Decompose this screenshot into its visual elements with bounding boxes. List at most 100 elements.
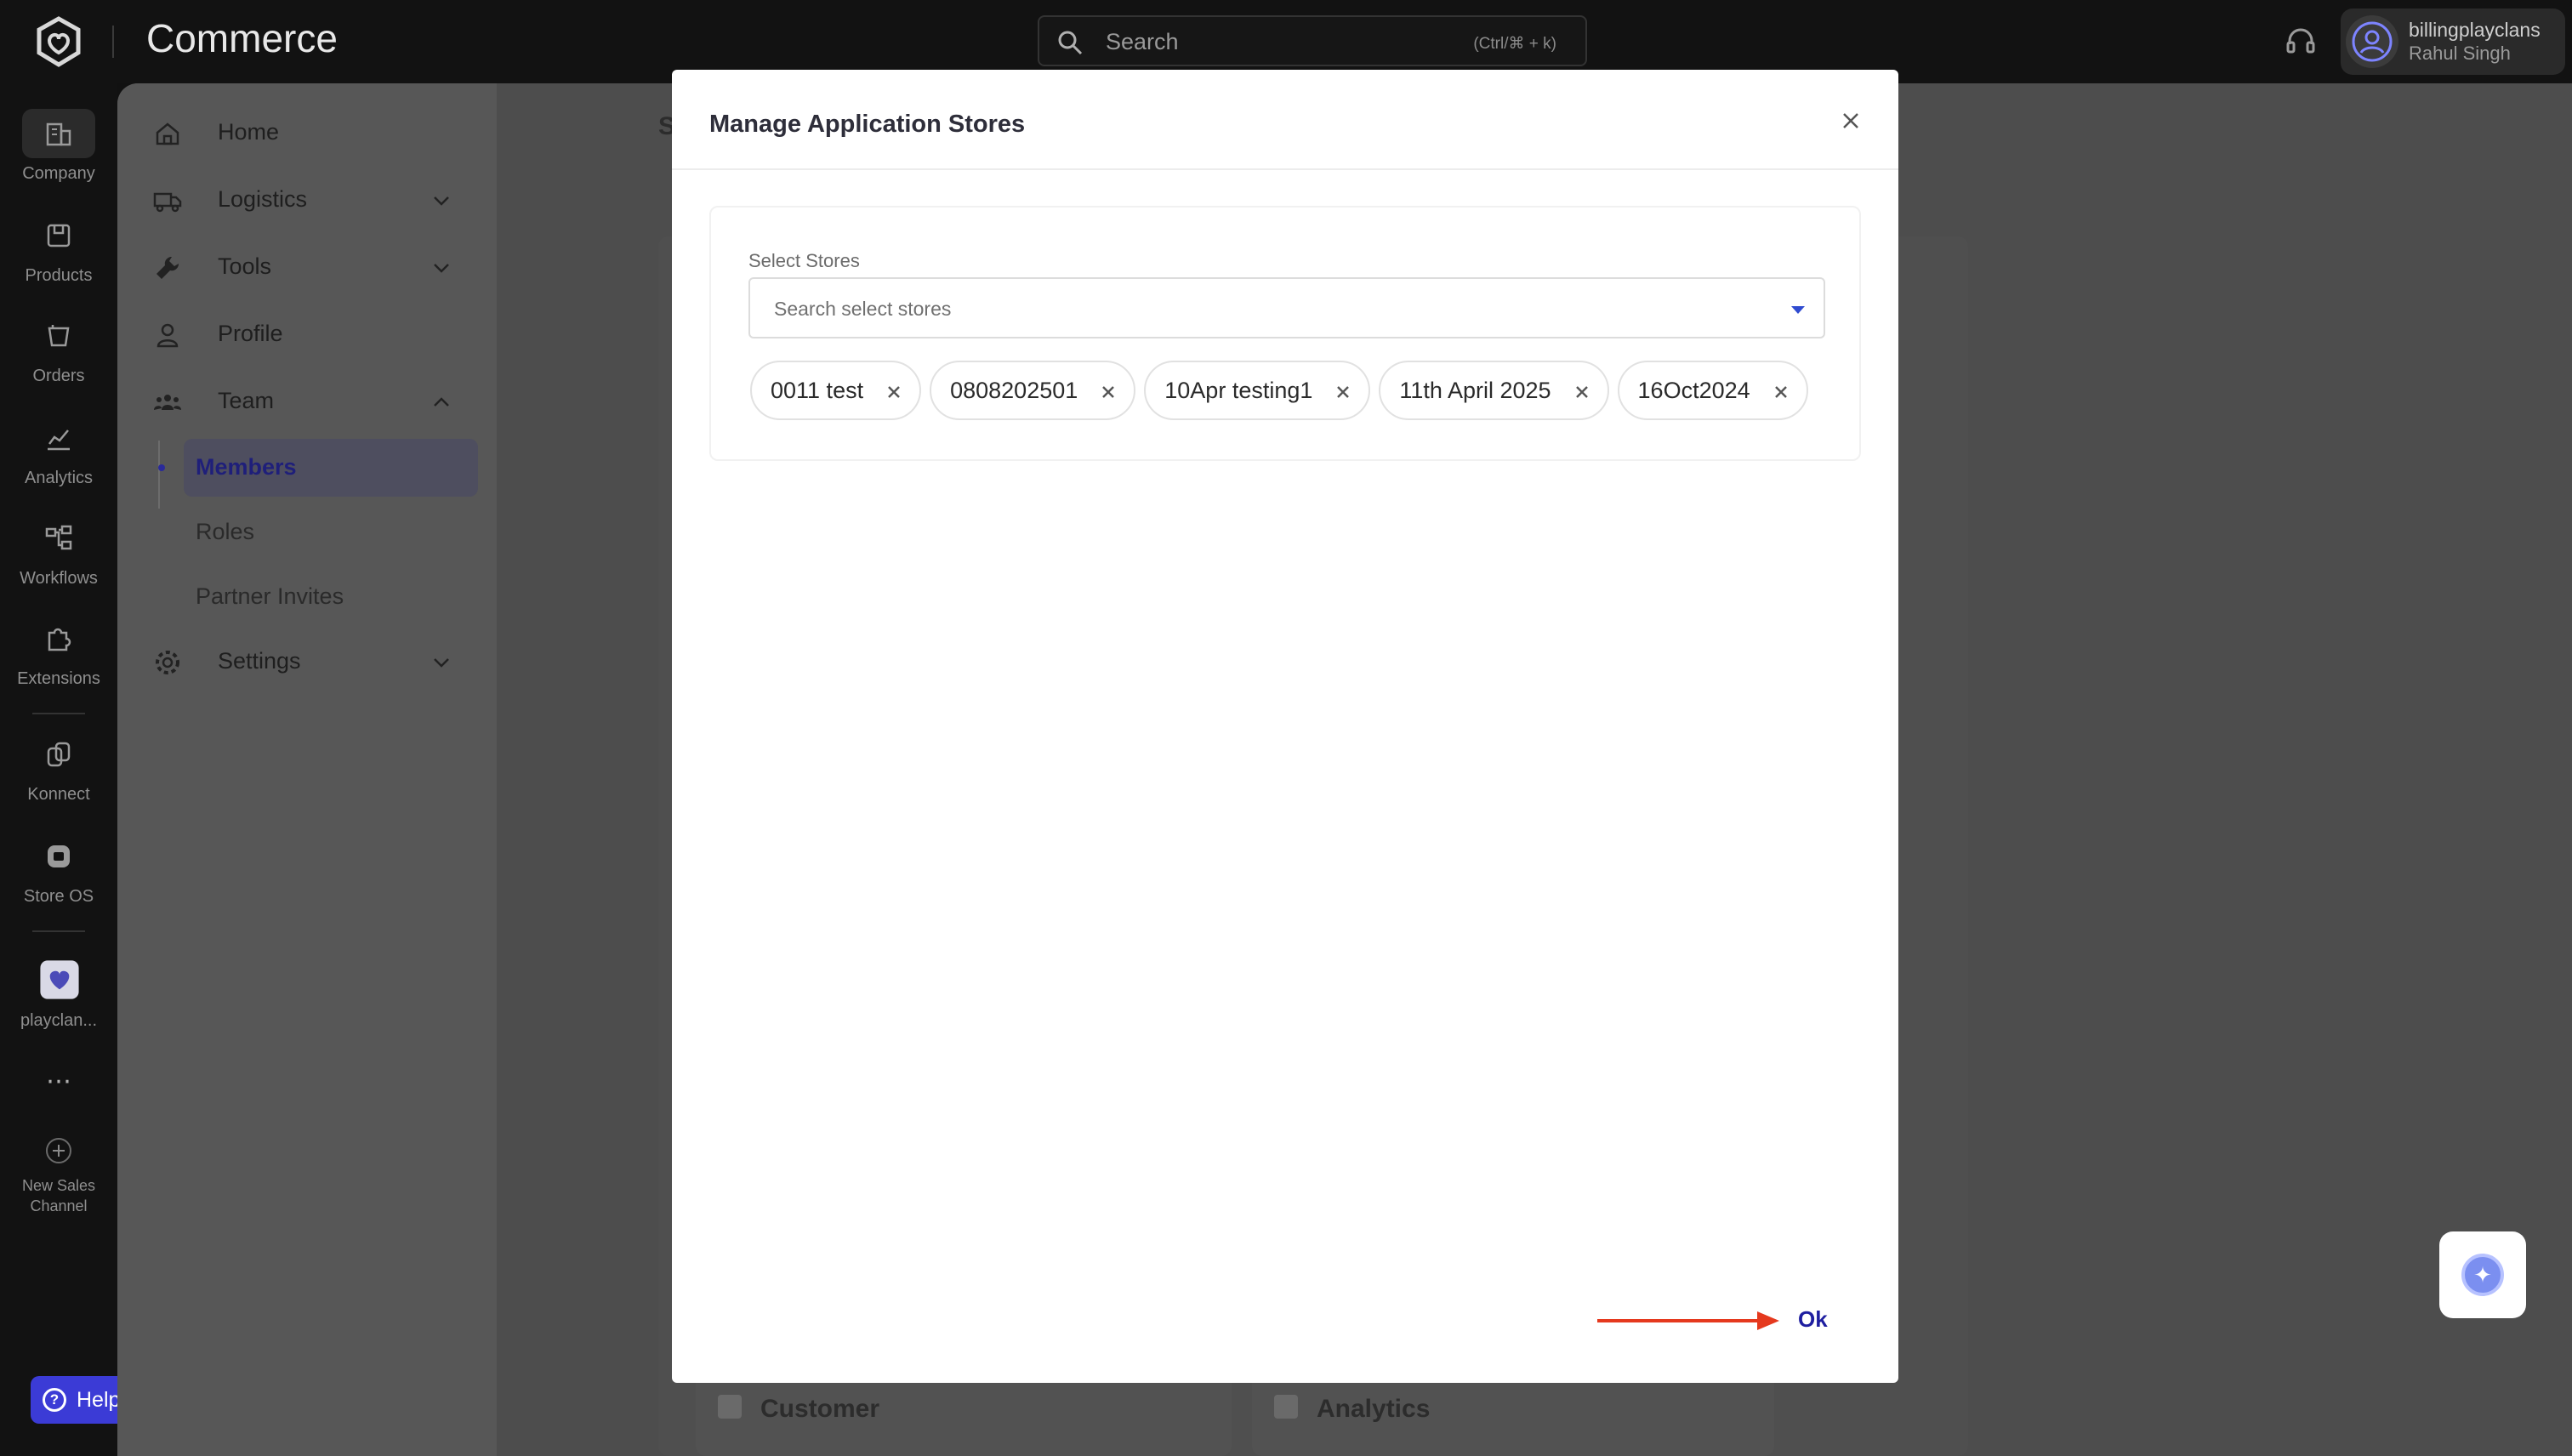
rail-item-extensions[interactable]: Extensions [0, 614, 117, 689]
active-dot [158, 464, 165, 471]
assistant-fab[interactable]: ✦ [2439, 1231, 2526, 1318]
rail-label: Extensions [17, 669, 100, 688]
nav-item-profile[interactable]: Profile [146, 309, 475, 360]
chip-label: 11th April 2025 [1399, 377, 1551, 403]
nav-label: Roles [196, 519, 255, 544]
remove-chip-icon[interactable] [1771, 382, 1791, 402]
chip-label: 16Oct2024 [1637, 377, 1750, 403]
rail-divider [32, 930, 85, 932]
nav-item-home[interactable]: Home [146, 107, 475, 158]
nav-label: Tools [218, 253, 272, 279]
rail-item-konnect[interactable]: Konnect [0, 730, 117, 805]
nav-label: Partner Invites [196, 583, 344, 609]
rail-item-analytics[interactable]: Analytics [0, 413, 117, 488]
nav-item-settings[interactable]: Settings [146, 636, 475, 687]
remove-chip-icon[interactable] [1098, 382, 1118, 402]
search-placeholder: Search [1106, 29, 1179, 54]
rail-item-workflows[interactable]: Workflows [0, 514, 117, 589]
annotation-arrow [1597, 1311, 1779, 1330]
rail-label: Store OS [23, 887, 94, 906]
user-icon [2352, 21, 2393, 62]
konnect-icon [47, 742, 71, 767]
manage-stores-modal: Manage Application Stores Select Stores … [672, 70, 1898, 1383]
global-search[interactable]: Search (Ctrl/⌘ + k) [1038, 15, 1587, 66]
app-logo-icon[interactable] [32, 15, 85, 68]
rail-label: Company [22, 164, 95, 183]
headset-icon[interactable] [2285, 26, 2317, 58]
store-chip: 16Oct2024 [1617, 361, 1808, 420]
rail-item-playclan[interactable]: playclan... [0, 956, 117, 1031]
app-icon [40, 960, 79, 999]
nav-subitem-members[interactable]: Members [184, 439, 478, 497]
user-menu[interactable]: billingplayclans Rahul Singh [2341, 9, 2565, 75]
brand-divider [112, 26, 114, 58]
nav-item-logistics[interactable]: Logistics [146, 174, 475, 225]
modal-title: Manage Application Stores [709, 111, 1026, 138]
close-icon[interactable] [1837, 107, 1864, 134]
plus-icon [46, 1138, 71, 1163]
store-select-section: Select Stores Search select stores 0011 … [709, 206, 1861, 461]
more-icon: ⋯ [46, 1067, 71, 1095]
select-placeholder: Search select stores [774, 298, 952, 320]
brand-title: Commerce [146, 16, 338, 60]
ok-button[interactable]: Ok [1798, 1306, 1828, 1333]
nav-label: Logistics [218, 186, 308, 212]
building-icon [46, 122, 71, 146]
chevron-down-icon [434, 196, 449, 206]
wrench-icon [156, 256, 179, 279]
nav-subitem-roles[interactable]: Roles [184, 503, 478, 561]
store-search-select[interactable]: Search select stores [748, 277, 1825, 338]
rail-item-store-os[interactable]: Store OS [0, 832, 117, 907]
nav-item-team[interactable]: Team [146, 376, 475, 427]
store-chip: 10Apr testing1 [1144, 361, 1371, 420]
rail-divider [32, 713, 85, 714]
rail-item-orders[interactable]: Orders [0, 311, 117, 386]
rail-item-new-sales-channel[interactable]: New Sales Channel [0, 1133, 117, 1216]
checkbox[interactable] [1274, 1395, 1298, 1419]
rail-item-company[interactable]: Company [0, 109, 117, 184]
puzzle-icon [48, 628, 71, 651]
box-icon [47, 224, 71, 247]
app-rail: Company Products Orders Analytics Workfl… [0, 83, 117, 1456]
nav-label: Team [218, 388, 275, 413]
nav-item-tools[interactable]: Tools [146, 242, 475, 293]
rail-label: playclan... [20, 1011, 98, 1030]
caret-down-icon [1791, 306, 1805, 314]
cart-icon [48, 325, 70, 347]
chevron-down-icon [434, 264, 449, 273]
checkbox[interactable] [718, 1395, 742, 1419]
team-icon [154, 395, 181, 410]
store-chip: 11th April 2025 [1379, 361, 1609, 420]
rail-label: Orders [32, 367, 85, 385]
rail-label: Products [25, 266, 93, 285]
chevron-up-icon [434, 397, 449, 407]
store-chip: 0808202501 [930, 361, 1136, 420]
nav-label: Home [218, 119, 280, 145]
sparkle-icon: ✦ [2461, 1254, 2504, 1296]
nav-subitem-partner-invites[interactable]: Partner Invites [184, 568, 478, 626]
rail-label: Konnect [27, 785, 90, 804]
chip-label: 0011 test [771, 377, 864, 403]
gear-icon [156, 651, 179, 674]
permission-title: Analytics [1317, 1395, 1431, 1423]
flow-icon [45, 525, 72, 550]
nav-label: Profile [218, 321, 283, 346]
rail-label: Workflows [20, 569, 98, 588]
user-account-name: billingplayclans [2409, 19, 2541, 41]
truck-icon [153, 192, 182, 213]
remove-chip-icon[interactable] [1572, 382, 1592, 402]
remove-chip-icon[interactable] [1333, 382, 1353, 402]
chip-label: 0808202501 [950, 377, 1078, 403]
rail-item-products[interactable]: Products [0, 211, 117, 286]
field-label: Select Stores [748, 250, 860, 271]
rail-more[interactable]: ⋯ [0, 1066, 117, 1095]
tree-line [158, 441, 160, 509]
rail-label: New Sales Channel [21, 1177, 96, 1214]
permission-title: Customer [760, 1395, 880, 1423]
storeos-icon [48, 845, 70, 867]
remove-chip-icon[interactable] [884, 382, 904, 402]
chart-icon [48, 429, 70, 451]
user-full-name: Rahul Singh [2409, 43, 2511, 64]
nav-label: Settings [218, 648, 301, 674]
chip-label: 10Apr testing1 [1164, 377, 1313, 403]
